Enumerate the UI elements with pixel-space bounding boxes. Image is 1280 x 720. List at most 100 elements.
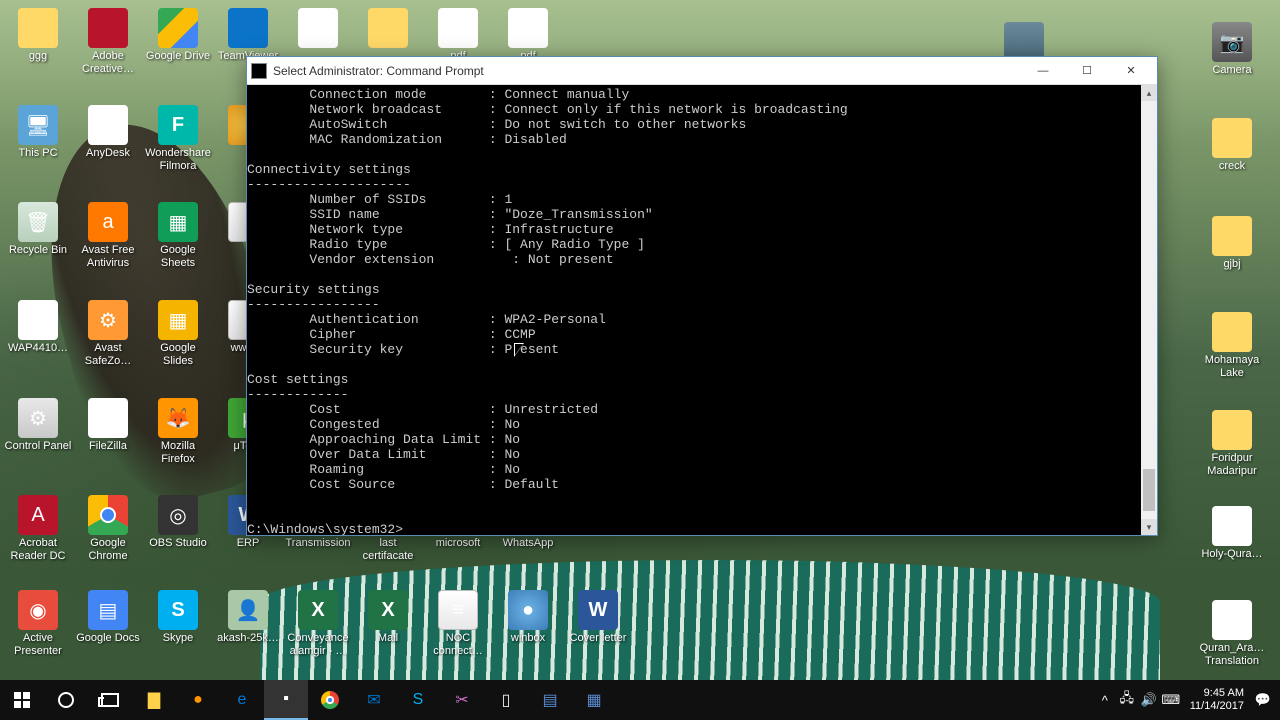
tray-notifications-icon[interactable]: 💬 <box>1252 692 1274 708</box>
cortana-button[interactable] <box>44 680 88 720</box>
app-icon: 📷 <box>1212 22 1252 62</box>
cmd-body: Connection mode : Connect manually Netwo… <box>247 85 1157 535</box>
desktop-icon[interactable]: ggg <box>4 8 72 63</box>
taskbar-time: 9:45 AM <box>1190 687 1244 700</box>
minimize-button[interactable]: — <box>1021 58 1065 84</box>
desktop-icon[interactable]: W Cover letter <box>564 590 632 645</box>
desktop-icon[interactable]: ◉Active Presenter <box>4 590 72 658</box>
tray-volume-icon[interactable]: 🔊 <box>1138 692 1160 708</box>
close-button[interactable]: ✕ <box>1109 58 1153 84</box>
desktop-icon[interactable]: creck <box>1198 118 1266 173</box>
app-icon <box>18 8 58 48</box>
desktop-icon[interactable]: Google Drive <box>144 8 212 63</box>
taskbar-outlook[interactable]: ✉ <box>352 680 396 720</box>
icon-label: Google Slides <box>144 342 212 368</box>
icon-label: Google Chrome <box>74 537 142 563</box>
icon-label: Google Sheets <box>144 244 212 270</box>
desktop-icon[interactable]: 🖥This PC <box>4 105 72 160</box>
app-icon: W <box>578 590 618 630</box>
scroll-down-icon[interactable]: ▾ <box>1141 519 1157 535</box>
taskbar-firefox[interactable]: ● <box>176 680 220 720</box>
cmd-scrollbar[interactable]: ▴ ▾ <box>1141 85 1157 535</box>
app-icon: ◎ <box>158 495 198 535</box>
scroll-up-icon[interactable]: ▴ <box>1141 85 1157 101</box>
desktop-icon[interactable]: ⚙Control Panel <box>4 398 72 453</box>
desktop-icon[interactable]: 👤akash-25k… <box>214 590 282 645</box>
desktop-icon[interactable]: gjbj <box>1198 216 1266 271</box>
taskbar-snip[interactable]: ✂ <box>440 680 484 720</box>
icon-label: Skype <box>144 632 212 645</box>
icon-label: WhatsApp <box>494 537 562 550</box>
desktop-icon[interactable]: epdf <box>424 8 492 63</box>
cmd-icon <box>251 63 267 79</box>
desktop-icon[interactable]: SSkype <box>144 590 212 645</box>
desktop-icon[interactable]: Google Chrome <box>74 495 142 563</box>
desktop-icon[interactable]: ●winbox <box>494 590 562 645</box>
app-icon: e <box>1212 506 1252 546</box>
desktop-icon[interactable]: Mohamaya Lake <box>1198 312 1266 380</box>
tray-network-icon[interactable]: 🖧 <box>1116 689 1138 711</box>
icon-label: winbox <box>494 632 562 645</box>
desktop-icon[interactable]: FWondershare Filmora <box>144 105 212 173</box>
app-icon <box>1212 118 1252 158</box>
desktop-icon[interactable]: ▤Google Docs <box>74 590 142 645</box>
app-icon: e <box>1212 600 1252 640</box>
cmd-window[interactable]: Select Administrator: Command Prompt — ☐… <box>246 56 1158 536</box>
icon-label: ggg <box>4 50 72 63</box>
taskbar-chrome[interactable] <box>308 680 352 720</box>
desktop-icon[interactable]: 📷Camera <box>1198 22 1266 77</box>
taskbar-file-explorer[interactable]: ▇ <box>132 680 176 720</box>
desktop-icon[interactable]: TeamViewer <box>214 8 282 63</box>
desktop-icon[interactable]: eQuran_Ara… Translation <box>1198 600 1266 668</box>
icon-label: Cover letter <box>564 632 632 645</box>
cmd-titlebar[interactable]: Select Administrator: Command Prompt — ☐… <box>247 57 1157 85</box>
icon-label: This PC <box>4 147 72 160</box>
desktop-icon[interactable]: ⚙Avast SafeZo… <box>74 300 142 368</box>
app-icon: e <box>18 300 58 340</box>
icon-label: Active Presenter <box>4 632 72 658</box>
icon-label: Holy-Qura… <box>1198 548 1266 561</box>
desktop-icon[interactable]: ≡NOC connect… <box>424 590 492 658</box>
tray-up-icon[interactable]: ^ <box>1094 693 1116 708</box>
desktop-icon[interactable]: ▦Google Slides <box>144 300 212 368</box>
desktop-icon[interactable]: 🦊Mozilla Firefox <box>144 398 212 466</box>
icon-label: Wondershare Filmora <box>144 147 212 173</box>
scroll-track[interactable] <box>1141 101 1157 519</box>
desktop-icon[interactable]: ◆ <box>284 8 352 50</box>
desktop-icon[interactable]: ◎OBS Studio <box>144 495 212 550</box>
app-icon: Fz <box>88 398 128 438</box>
taskbar-cmd[interactable]: ▪ <box>264 680 308 720</box>
desktop-icon[interactable]: ◆AnyDesk <box>74 105 142 160</box>
taskbar-app2[interactable]: ▦ <box>572 680 616 720</box>
desktop-icon[interactable]: epdf <box>494 8 562 63</box>
desktop-icon[interactable]: eWAP4410… <box>4 300 72 355</box>
taskbar-edge[interactable]: e <box>220 680 264 720</box>
taskview-button[interactable] <box>88 680 132 720</box>
taskbar-skype[interactable]: S <box>396 680 440 720</box>
desktop-icon[interactable]: XConveyance alamgir - … <box>284 590 352 658</box>
taskbar-clock[interactable]: 9:45 AM 11/14/2017 <box>1182 687 1252 713</box>
app-icon: X <box>368 590 408 630</box>
app-icon: F <box>158 105 198 145</box>
desktop-icon[interactable]: XMail <box>354 590 422 645</box>
taskbar[interactable]: ▇ ● e ▪ ✉ S ✂ ▯ ▤ ▦ ^ 🖧 🔊 ⌨ 9:45 AM 11/1… <box>0 680 1280 720</box>
desktop-icon[interactable]: AAcrobat Reader DC <box>4 495 72 563</box>
system-tray[interactable]: ^ 🖧 🔊 ⌨ 9:45 AM 11/14/2017 💬 <box>1088 687 1280 713</box>
desktop-icon[interactable]: 🗑Recycle Bin <box>4 202 72 257</box>
taskbar-app1[interactable]: ▤ <box>528 680 572 720</box>
desktop-icon[interactable]: e Holy-Qura… <box>1198 506 1266 561</box>
desktop-icon[interactable]: ▦Google Sheets <box>144 202 212 270</box>
cmd-output[interactable]: Connection mode : Connect manually Netwo… <box>247 85 1141 535</box>
taskbar-notepad[interactable]: ▯ <box>484 680 528 720</box>
start-button[interactable] <box>0 680 44 720</box>
app-icon: 🗑 <box>18 202 58 242</box>
desktop-icon[interactable]: Adobe Creative… <box>74 8 142 76</box>
icon-label: Avast SafeZo… <box>74 342 142 368</box>
desktop-icon[interactable] <box>354 8 422 50</box>
desktop-icon[interactable]: aAvast Free Antivirus <box>74 202 142 270</box>
tray-lang-icon[interactable]: ⌨ <box>1160 692 1182 708</box>
maximize-button[interactable]: ☐ <box>1065 58 1109 84</box>
desktop-icon[interactable]: FzFileZilla <box>74 398 142 453</box>
desktop-icon[interactable]: Foridpur Madaripur <box>1198 410 1266 478</box>
scroll-thumb[interactable] <box>1143 469 1155 511</box>
